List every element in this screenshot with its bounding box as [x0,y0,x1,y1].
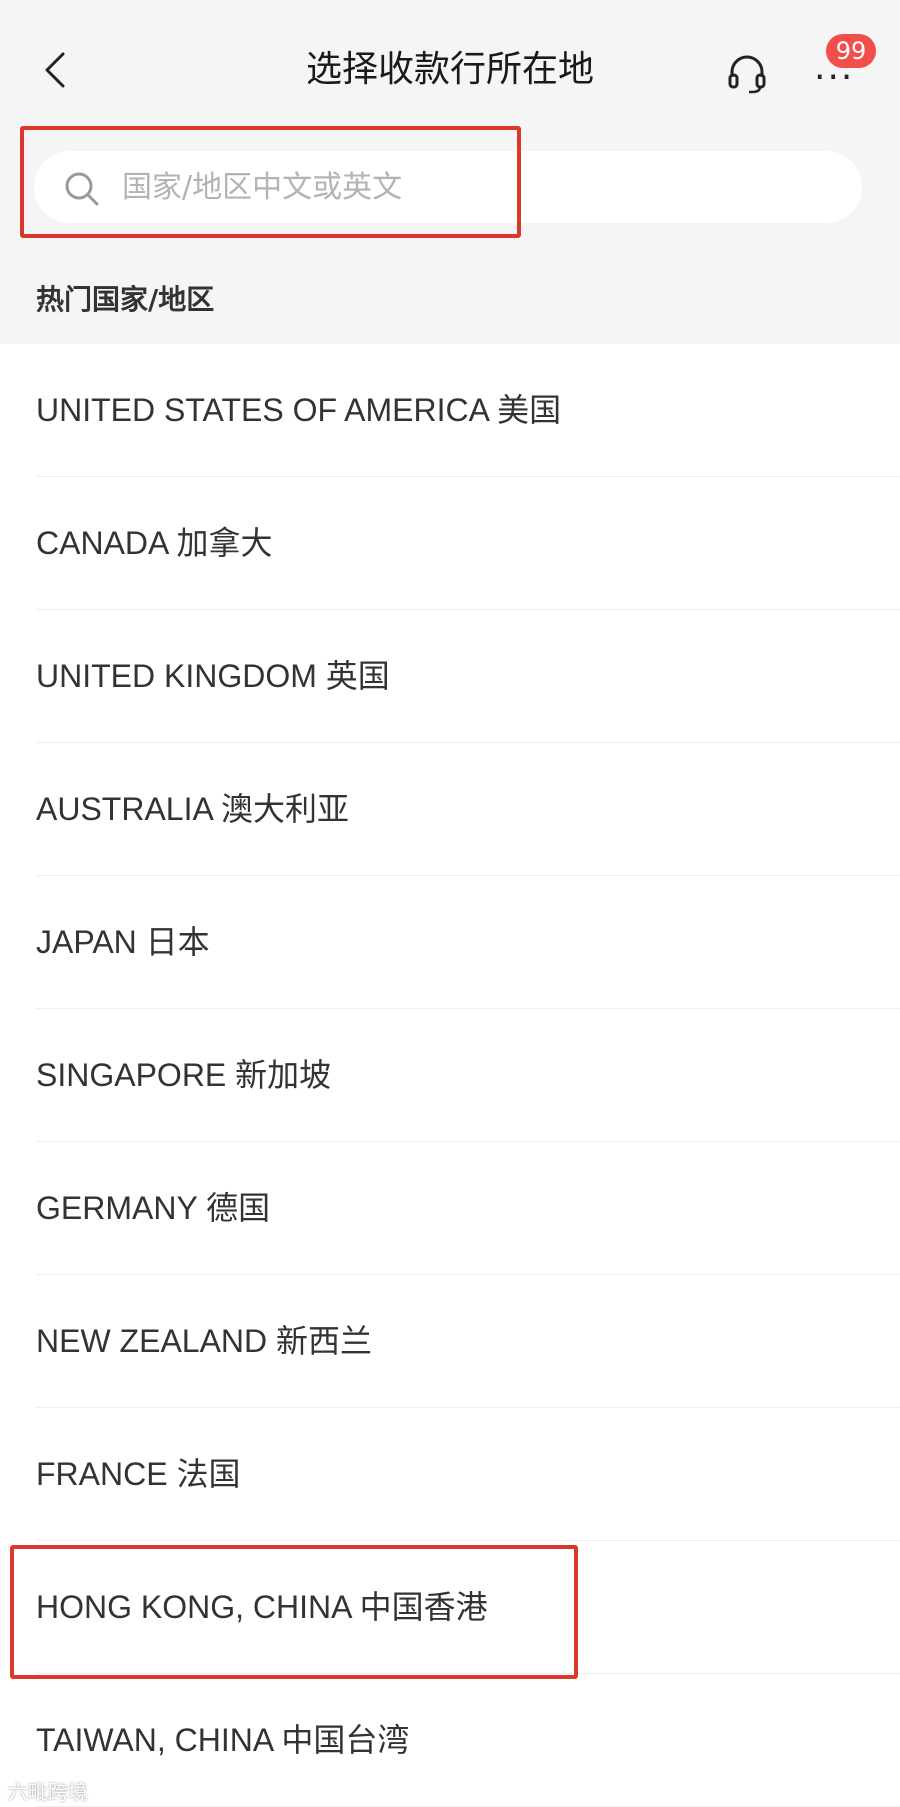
list-item-label: SINGAPORE 新加坡 [36,1057,332,1093]
notification-badge: 99 [826,34,876,68]
list-item-usa[interactable]: UNITED STATES OF AMERICA 美国 [0,344,900,477]
list-item-label: FRANCE 法国 [36,1456,241,1492]
list-item-label: UNITED STATES OF AMERICA 美国 [36,392,562,428]
more-dots-icon: ··· [814,57,855,98]
list-item-label: NEW ZEALAND 新西兰 [36,1323,373,1359]
list-item-label: TAIWAN, CHINA 中国台湾 [36,1722,410,1758]
search-input[interactable] [122,151,822,223]
list-item-france[interactable]: FRANCE 法国 [0,1408,900,1541]
list-item-label: GERMANY 德国 [36,1190,271,1226]
list-item-label: CANADA 加拿大 [36,525,273,561]
watermark: 六毗跨境 [8,1780,88,1804]
list-item-label: JAPAN 日本 [36,924,210,960]
country-list: UNITED STATES OF AMERICA 美国 CANADA 加拿大 U… [0,344,900,1807]
list-item-hong-kong[interactable]: HONG KONG, CHINA 中国香港 [0,1541,900,1674]
search-box[interactable] [34,151,862,223]
headset-icon [728,55,766,94]
list-item-label: AUSTRALIA 澳大利亚 [36,791,349,827]
section-header-popular: 热门国家/地区 [36,283,215,316]
list-item-new-zealand[interactable]: NEW ZEALAND 新西兰 [0,1275,900,1408]
list-item-label: UNITED KINGDOM 英国 [36,658,390,694]
search-icon [65,172,99,206]
list-item-taiwan[interactable]: TAIWAN, CHINA 中国台湾 [0,1674,900,1807]
customer-service-button[interactable] [720,46,774,100]
nav-bar: 选择收款行所在地 ··· 99 [0,0,900,140]
more-button[interactable]: ··· 99 [806,34,878,100]
list-item-australia[interactable]: AUSTRALIA 澳大利亚 [0,743,900,876]
list-item-japan[interactable]: JAPAN 日本 [0,876,900,1009]
back-button[interactable] [30,40,80,100]
list-item-germany[interactable]: GERMANY 德国 [0,1142,900,1275]
list-item-singapore[interactable]: SINGAPORE 新加坡 [0,1009,900,1142]
list-item-uk[interactable]: UNITED KINGDOM 英国 [0,610,900,743]
list-item-canada[interactable]: CANADA 加拿大 [0,477,900,610]
list-item-label: HONG KONG, CHINA 中国香港 [36,1589,488,1625]
chevron-left-icon [45,52,65,88]
